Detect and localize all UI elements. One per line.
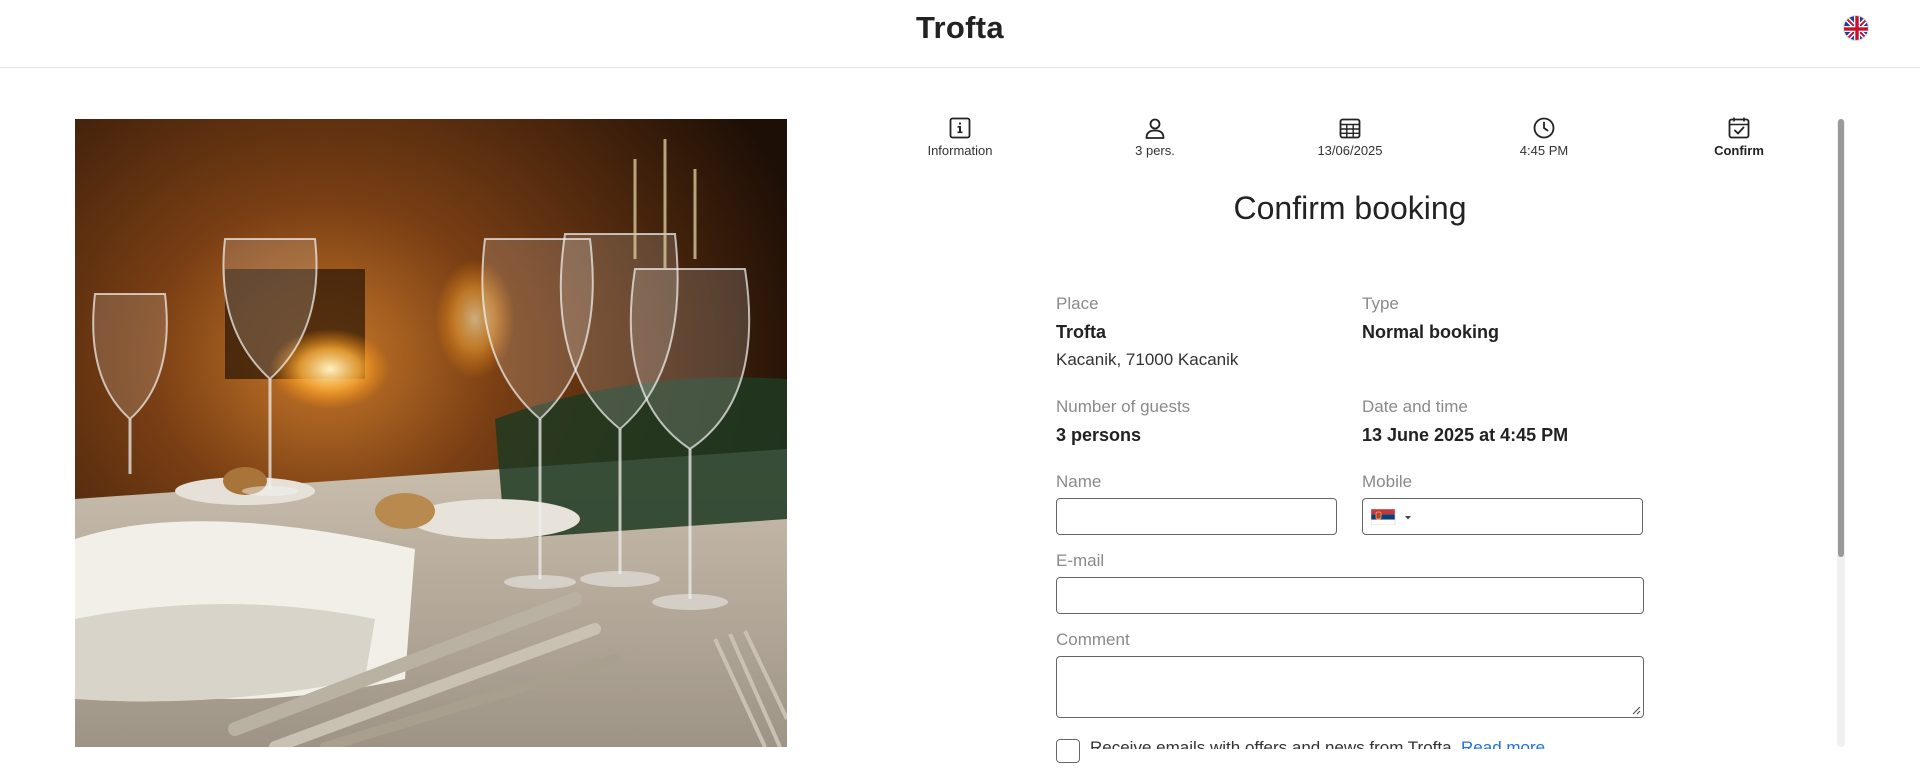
step-label: 3 pers. <box>1135 143 1175 158</box>
newsletter-checkbox[interactable] <box>1056 739 1080 763</box>
guests-label: Number of guests <box>1056 397 1191 416</box>
step-time[interactable]: 4:45 PM <box>1474 116 1614 158</box>
name-input[interactable] <box>1056 498 1337 535</box>
chevron-down-icon <box>1405 516 1411 520</box>
serbia-flag-icon <box>1370 508 1411 526</box>
type-summary: Type Normal booking <box>1362 294 1499 343</box>
calendar-check-icon <box>1728 117 1750 139</box>
step-information[interactable]: Information <box>890 116 1030 158</box>
place-name: Trofta <box>1056 322 1107 342</box>
name-label: Name <box>1056 472 1102 491</box>
step-date[interactable]: 13/06/2025 <box>1280 116 1420 158</box>
type-value: Normal booking <box>1362 322 1500 342</box>
newsletter-label: Receive emails with offers and news from… <box>1090 738 1457 749</box>
brand-title: Trofta <box>916 10 1004 45</box>
comment-label: Comment <box>1056 630 1130 649</box>
place-label: Place <box>1056 294 1099 313</box>
person-icon <box>1145 118 1165 139</box>
place-summary: Place Trofta Kacanik, 71000 Kacanik <box>1056 294 1238 370</box>
email-input[interactable] <box>1056 577 1644 614</box>
email-label: E-mail <box>1056 551 1105 570</box>
mobile-input[interactable] <box>1362 498 1643 535</box>
top-header: Trofta <box>0 0 1920 68</box>
clock-icon <box>1533 117 1555 139</box>
step-label: Confirm <box>1714 143 1764 158</box>
guests-summary: Number of guests 3 persons <box>1056 397 1190 446</box>
datetime-label: Date and time <box>1362 397 1468 416</box>
scrollbar-thumb[interactable] <box>1838 119 1844 557</box>
calendar-icon <box>1339 118 1361 139</box>
comment-textarea[interactable] <box>1056 656 1644 718</box>
restaurant-photo <box>75 119 787 747</box>
step-label: 4:45 PM <box>1519 143 1569 158</box>
country-picker[interactable] <box>1370 508 1415 526</box>
datetime-summary: Date and time 13 June 2025 at 4:45 PM <box>1362 397 1568 446</box>
step-label: 13/06/2025 <box>1317 143 1383 158</box>
newsletter-text: Receive emails with offers and news from… <box>1090 738 1550 749</box>
type-label: Type <box>1362 294 1399 313</box>
step-guests[interactable]: 3 pers. <box>1085 116 1225 158</box>
mobile-label: Mobile <box>1362 472 1413 491</box>
read-more-link[interactable]: Read more <box>1461 738 1545 749</box>
resize-handle-icon[interactable] <box>1631 705 1641 715</box>
guests-value: 3 persons <box>1056 425 1142 445</box>
info-icon <box>949 117 971 139</box>
datetime-value: 13 June 2025 at 4:45 PM <box>1362 425 1569 445</box>
booking-steps: Information 3 pers. 13/06/2025 4:45 PM C… <box>0 116 1920 166</box>
uk-flag-icon[interactable] <box>1843 15 1869 41</box>
step-label: Information <box>927 143 993 158</box>
place-address: Kacanik, 71000 Kacanik <box>1056 350 1239 369</box>
page-title: Confirm booking <box>1233 190 1467 226</box>
step-confirm[interactable]: Confirm <box>1669 116 1809 158</box>
